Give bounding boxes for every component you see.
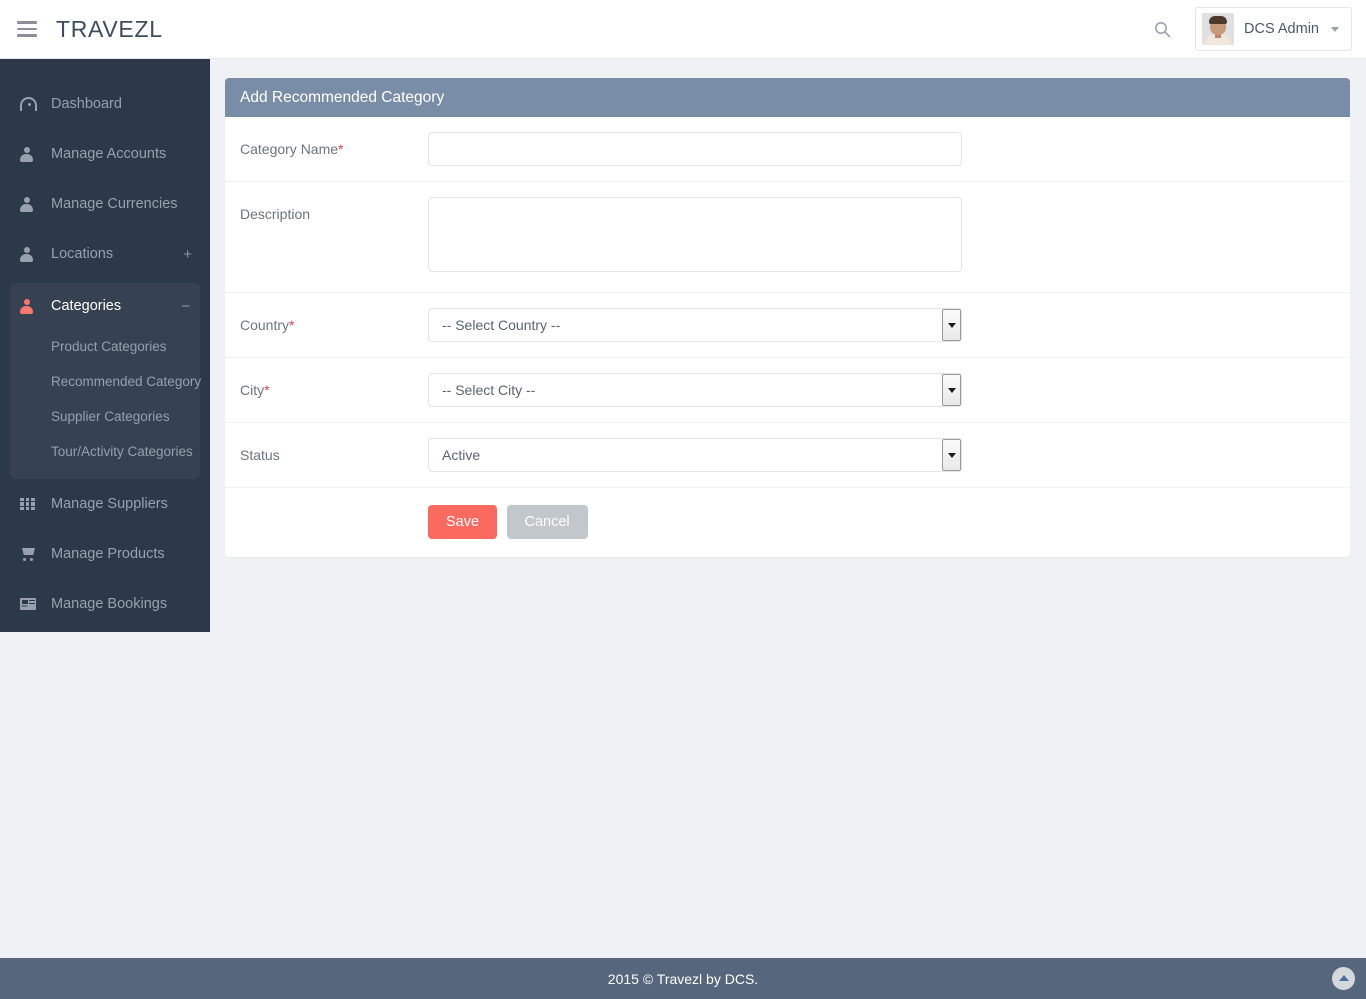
hamburger-bar xyxy=(17,27,37,31)
sidebar-subitem-supplier-categories[interactable]: Supplier Categories xyxy=(10,399,200,434)
avatar-hair xyxy=(1209,16,1228,24)
panel-title: Add Recommended Category xyxy=(225,78,1350,117)
top-header: TRAVEZL DCS Admin xyxy=(0,0,1366,59)
city-select-value[interactable]: -- Select City -- xyxy=(428,373,962,407)
sidebar-item-manage-products[interactable]: Manage Products xyxy=(0,529,210,579)
sidebar-item-manage-accounts[interactable]: Manage Accounts xyxy=(0,129,210,179)
status-control: Active xyxy=(428,438,962,472)
description-textarea[interactable] xyxy=(428,197,962,272)
brand-logo[interactable]: TRAVEZL xyxy=(56,16,163,43)
add-recommended-category-panel: Add Recommended Category Category Name* … xyxy=(225,78,1350,557)
person-icon xyxy=(20,298,42,314)
search-icon[interactable] xyxy=(1145,12,1179,46)
required-marker: * xyxy=(338,141,344,157)
sidebar-subitem-product-categories[interactable]: Product Categories xyxy=(10,329,200,364)
form-row-actions: Save Cancel xyxy=(225,488,1350,557)
sidebar-item-label: Categories xyxy=(51,298,122,314)
header-right-group: DCS Admin xyxy=(1145,7,1366,51)
person-icon xyxy=(20,246,42,262)
city-label: City* xyxy=(225,373,428,398)
required-marker: * xyxy=(264,382,270,398)
chevron-down-icon[interactable] xyxy=(942,374,961,406)
sidebar-subitem-recommended-category[interactable]: Recommended Category xyxy=(10,364,201,399)
category-name-input[interactable] xyxy=(428,132,962,166)
label-text: Description xyxy=(240,206,311,222)
minus-icon: − xyxy=(181,297,190,315)
label-text: Category Name xyxy=(240,141,339,157)
user-name-label: DCS Admin xyxy=(1244,21,1319,37)
chevron-down-icon[interactable] xyxy=(942,439,961,471)
avatar xyxy=(1202,13,1235,45)
hamburger-bar xyxy=(17,34,37,37)
cart-icon xyxy=(20,547,42,561)
person-icon xyxy=(20,196,42,212)
news-icon xyxy=(20,598,42,610)
category-name-control xyxy=(428,132,962,166)
gauge-icon xyxy=(20,97,42,111)
sidebar-item-manage-bookings[interactable]: Manage Bookings xyxy=(0,579,210,629)
sidebar-item-locations[interactable]: Locations + xyxy=(0,229,210,279)
label-text: Country xyxy=(240,317,290,333)
city-select[interactable]: -- Select City -- xyxy=(428,373,962,407)
chevron-down-icon[interactable] xyxy=(942,309,961,341)
required-marker: * xyxy=(289,317,295,333)
sidebar-group-categories: Categories − Product Categories Recommen… xyxy=(10,283,201,479)
person-icon xyxy=(20,146,42,162)
sidebar-item-label: Manage Currencies xyxy=(51,196,178,212)
actions-control: Save Cancel xyxy=(428,505,962,539)
sidebar-subitem-tour-activity-categories[interactable]: Tour/Activity Categories xyxy=(10,434,200,469)
sidebar-item-label: Manage Bookings xyxy=(51,596,168,612)
sidebar-item-manage-currencies[interactable]: Manage Currencies xyxy=(0,179,210,229)
footer-text: 2015 © Travezl by DCS. xyxy=(607,970,759,987)
actions-spacer xyxy=(225,505,428,514)
hamburger-bar xyxy=(17,21,37,24)
sidebar-item-label: Manage Products xyxy=(51,546,165,562)
form-row-description: Description xyxy=(225,182,1350,293)
sidebar-item-label: Locations xyxy=(51,246,114,262)
sidebar-item-label: Manage Suppliers xyxy=(51,496,168,512)
status-label: Status xyxy=(225,438,428,463)
form-row-status: Status Active xyxy=(225,423,1350,488)
sidebar-item-dashboard[interactable]: Dashboard xyxy=(0,79,210,129)
sidebar-item-manage-suppliers[interactable]: Manage Suppliers xyxy=(0,479,210,529)
cancel-button[interactable]: Cancel xyxy=(506,505,588,539)
label-text: City xyxy=(240,382,265,398)
country-select[interactable]: -- Select Country -- xyxy=(428,308,962,342)
form-row-city: City* -- Select City -- xyxy=(225,358,1350,423)
status-select-value[interactable]: Active xyxy=(428,438,962,472)
country-select-value[interactable]: -- Select Country -- xyxy=(428,308,962,342)
sidebar: Dashboard Manage Accounts Manage Currenc… xyxy=(0,59,210,632)
label-text: Status xyxy=(240,447,280,463)
description-label: Description xyxy=(225,197,428,222)
sidebar-item-label: Manage Accounts xyxy=(51,146,167,162)
hamburger-icon[interactable] xyxy=(14,16,40,42)
status-select[interactable]: Active xyxy=(428,438,962,472)
category-name-label: Category Name* xyxy=(225,132,428,157)
footer: 2015 © Travezl by DCS. xyxy=(0,958,1366,999)
plus-icon: + xyxy=(183,245,192,263)
sidebar-item-categories[interactable]: Categories − xyxy=(10,283,200,329)
description-control xyxy=(428,197,962,277)
city-control: -- Select City -- xyxy=(428,373,962,407)
scroll-to-top-button[interactable] xyxy=(1332,967,1355,990)
country-control: -- Select Country -- xyxy=(428,308,962,342)
grid-icon xyxy=(20,497,42,511)
user-menu[interactable]: DCS Admin xyxy=(1195,7,1352,51)
chevron-down-icon xyxy=(1331,26,1339,32)
save-button[interactable]: Save xyxy=(428,505,498,539)
form-row-country: Country* -- Select Country -- xyxy=(225,293,1350,358)
sidebar-item-label: Dashboard xyxy=(51,96,122,112)
form-row-category-name: Category Name* xyxy=(225,117,1350,182)
country-label: Country* xyxy=(225,308,428,333)
